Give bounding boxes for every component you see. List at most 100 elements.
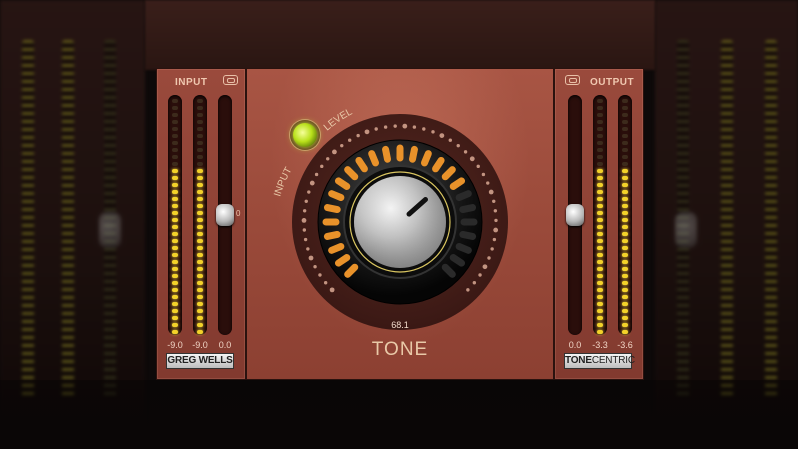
meter-led xyxy=(622,260,628,264)
input-fader-readout: 0.0 xyxy=(218,340,232,350)
meter-led xyxy=(622,274,628,278)
input-meter-right xyxy=(193,95,207,335)
meter-led xyxy=(197,190,203,194)
meter-led xyxy=(172,246,178,250)
meter-led xyxy=(597,309,603,313)
scale-dot xyxy=(431,130,435,134)
meter-led xyxy=(597,218,603,222)
meter-led xyxy=(622,183,628,187)
meter-led xyxy=(622,288,628,292)
meter-led xyxy=(622,162,628,166)
tone-led-segment xyxy=(368,150,380,167)
meter-led xyxy=(172,253,178,257)
scale-dot xyxy=(466,288,470,292)
meter-led xyxy=(172,260,178,264)
scale-dot xyxy=(493,227,499,233)
meter-led xyxy=(197,323,203,327)
meter-led xyxy=(197,176,203,180)
meter-led xyxy=(622,155,628,159)
scale-dot xyxy=(308,255,314,261)
meter-led xyxy=(172,330,178,334)
meter-led xyxy=(622,267,628,271)
tone-led-segment xyxy=(334,254,351,267)
meter-led xyxy=(172,127,178,131)
output-panel: OUTPUT 0 0.0 -3.3 -3.6 TONECENTRIC xyxy=(554,68,644,380)
scale-dot xyxy=(488,189,494,195)
meter-led xyxy=(622,176,628,180)
meter-led xyxy=(197,260,203,264)
meter-led xyxy=(197,99,203,103)
scale-dot xyxy=(493,209,498,213)
meter-led xyxy=(197,183,203,187)
scale-dot xyxy=(313,265,317,269)
tone-value-readout: 68.1 xyxy=(391,320,409,330)
meter-led xyxy=(622,148,628,152)
tone-led-segment xyxy=(455,190,472,202)
greg-wells-logo: GREG WELLS xyxy=(166,353,234,369)
meter-led xyxy=(597,113,603,117)
meter-led xyxy=(622,169,628,173)
scale-dot xyxy=(326,157,330,161)
input-fader[interactable] xyxy=(216,95,234,335)
tone-led-segment xyxy=(408,145,418,163)
tone-led-segment xyxy=(323,230,341,240)
meter-led xyxy=(622,316,628,320)
meter-led xyxy=(622,113,628,117)
meter-led xyxy=(197,316,203,320)
meter-led xyxy=(172,141,178,145)
meter-led xyxy=(622,211,628,215)
scale-dot xyxy=(309,180,315,186)
meter-led xyxy=(622,239,628,243)
meter-led xyxy=(597,197,603,201)
scale-dot xyxy=(481,172,486,177)
scale-dot xyxy=(306,247,310,251)
meter-led xyxy=(172,106,178,110)
meter-led xyxy=(622,253,628,257)
scale-dot xyxy=(463,150,468,154)
input-fader-knob[interactable] xyxy=(216,204,234,226)
meter-led xyxy=(597,134,603,138)
bg-meter xyxy=(62,40,74,400)
scale-dot xyxy=(323,281,328,285)
scale-dot xyxy=(302,228,307,232)
meter-led xyxy=(172,197,178,201)
meter-led xyxy=(172,323,178,327)
meter-led xyxy=(197,232,203,236)
output-fader[interactable] xyxy=(566,95,584,335)
meter-led xyxy=(172,183,178,187)
meter-led xyxy=(172,134,178,138)
meter-led xyxy=(597,267,603,271)
meter-led xyxy=(622,281,628,285)
scale-dot xyxy=(487,256,491,260)
meter-led xyxy=(172,120,178,124)
meter-led xyxy=(172,267,178,271)
tone-led-segment xyxy=(449,254,466,267)
meter-led xyxy=(197,169,203,173)
meter-led xyxy=(197,127,203,131)
scale-dot xyxy=(422,127,426,131)
meter-led xyxy=(197,211,203,215)
meter-led xyxy=(172,113,178,117)
meter-led xyxy=(597,274,603,278)
meter-led xyxy=(597,260,603,264)
meter-led xyxy=(172,148,178,152)
output-fader-knob[interactable] xyxy=(566,204,584,226)
meter-led xyxy=(172,169,178,173)
link-icon[interactable] xyxy=(565,75,580,85)
meter-led xyxy=(197,239,203,243)
tone-knob-assembly: INPUT LEVEL xyxy=(272,106,508,330)
meter-led xyxy=(622,134,628,138)
meter-led xyxy=(622,232,628,236)
tone-led-segment xyxy=(382,145,392,163)
background-plugin-top xyxy=(145,0,655,70)
meter-led xyxy=(197,148,203,152)
meter-led xyxy=(197,295,203,299)
input-level-led-button[interactable] xyxy=(293,123,317,147)
brand-bold: TONE xyxy=(565,355,592,366)
meter-led xyxy=(172,225,178,229)
meter-led xyxy=(172,190,178,194)
input-meter-left-readout: -9.0 xyxy=(167,340,183,350)
meter-led xyxy=(597,295,603,299)
scale-dot xyxy=(494,218,498,223)
link-icon[interactable] xyxy=(223,75,238,85)
